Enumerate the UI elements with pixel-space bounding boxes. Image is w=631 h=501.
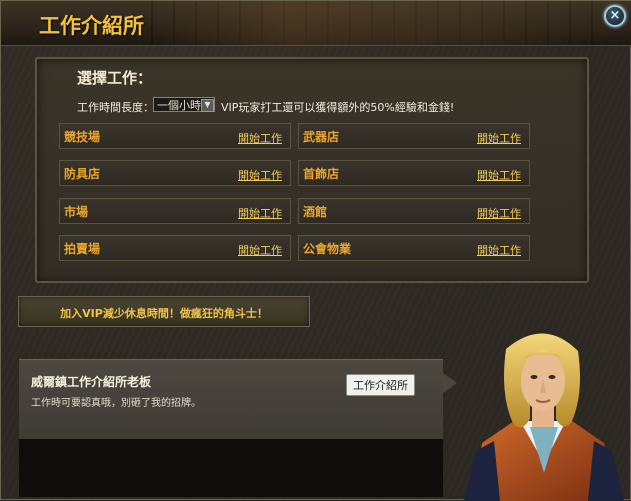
job-row-weapon-shop: 武器店 開始工作 (298, 123, 530, 149)
job-name: 市場 (64, 205, 89, 219)
start-work-link[interactable]: 開始工作 (238, 130, 282, 146)
vip-bonus-note: VIP玩家打工還可以獲得額外的50%經驗和金錢! (221, 101, 455, 114)
start-work-link[interactable]: 開始工作 (238, 167, 282, 183)
start-work-link[interactable]: 開始工作 (238, 242, 282, 258)
vip-promo-text: 加入VIP減少休息時間！做瘋狂的角斗士！ (60, 307, 268, 320)
work-duration-label: 工作時間長度： (77, 101, 154, 114)
title-banner-art (151, 1, 611, 45)
job-selection-panel: 選擇工作： 工作時間長度： 一個小時 ▼ VIP玩家打工還可以獲得額外的50%經… (35, 57, 589, 283)
job-name: 競技場 (64, 130, 101, 144)
job-row-auction-house: 拍賣場 開始工作 (59, 235, 291, 261)
job-name: 首飾店 (303, 167, 340, 181)
job-name: 拍賣場 (64, 242, 101, 256)
npc-dialog: 威爾鎮工作介紹所老板 工作時可要認真哦，別砸了我的招牌。 工作介紹所 (19, 359, 443, 440)
job-row-market: 市場 開始工作 (59, 198, 291, 224)
start-work-link[interactable]: 開始工作 (477, 205, 521, 221)
job-name: 酒館 (303, 205, 328, 219)
work-duration-select[interactable]: 一個小時 ▼ (153, 97, 215, 112)
npc-location-tag: 工作介紹所 (346, 374, 415, 396)
chevron-down-icon[interactable]: ▼ (201, 99, 214, 112)
job-agency-window: 工作介紹所 × 選擇工作： 工作時間長度： 一個小時 ▼ VIP玩家打工還可以獲… (0, 0, 631, 501)
start-work-link[interactable]: 開始工作 (477, 242, 521, 258)
start-work-link[interactable]: 開始工作 (238, 205, 282, 221)
job-row-tavern: 酒館 開始工作 (298, 198, 530, 224)
window-title: 工作介紹所 (39, 14, 144, 38)
job-name: 公會物業 (303, 242, 352, 256)
panel-title: 選擇工作： (77, 69, 153, 87)
job-row-arena: 競技場 開始工作 (59, 123, 291, 149)
npc-portrait (464, 333, 624, 501)
title-bar: 工作介紹所 × (1, 1, 631, 46)
work-duration-value: 一個小時 (157, 99, 201, 112)
close-icon[interactable]: × (604, 5, 626, 27)
job-row-guild-property: 公會物業 開始工作 (298, 235, 530, 261)
start-work-link[interactable]: 開始工作 (477, 130, 521, 146)
job-row-jewelry-shop: 首飾店 開始工作 (298, 160, 530, 186)
job-name: 武器店 (303, 130, 340, 144)
start-work-link[interactable]: 開始工作 (477, 167, 521, 183)
npc-dialog-footer (19, 439, 443, 497)
job-row-armor-shop: 防具店 開始工作 (59, 160, 291, 186)
job-name: 防具店 (64, 167, 101, 181)
npc-name: 威爾鎮工作介紹所老板 (31, 375, 152, 389)
vip-promo-button[interactable]: 加入VIP減少休息時間！做瘋狂的角斗士！ (18, 296, 310, 327)
npc-dialog-text: 工作時可要認真哦，別砸了我的招牌。 (31, 398, 201, 409)
